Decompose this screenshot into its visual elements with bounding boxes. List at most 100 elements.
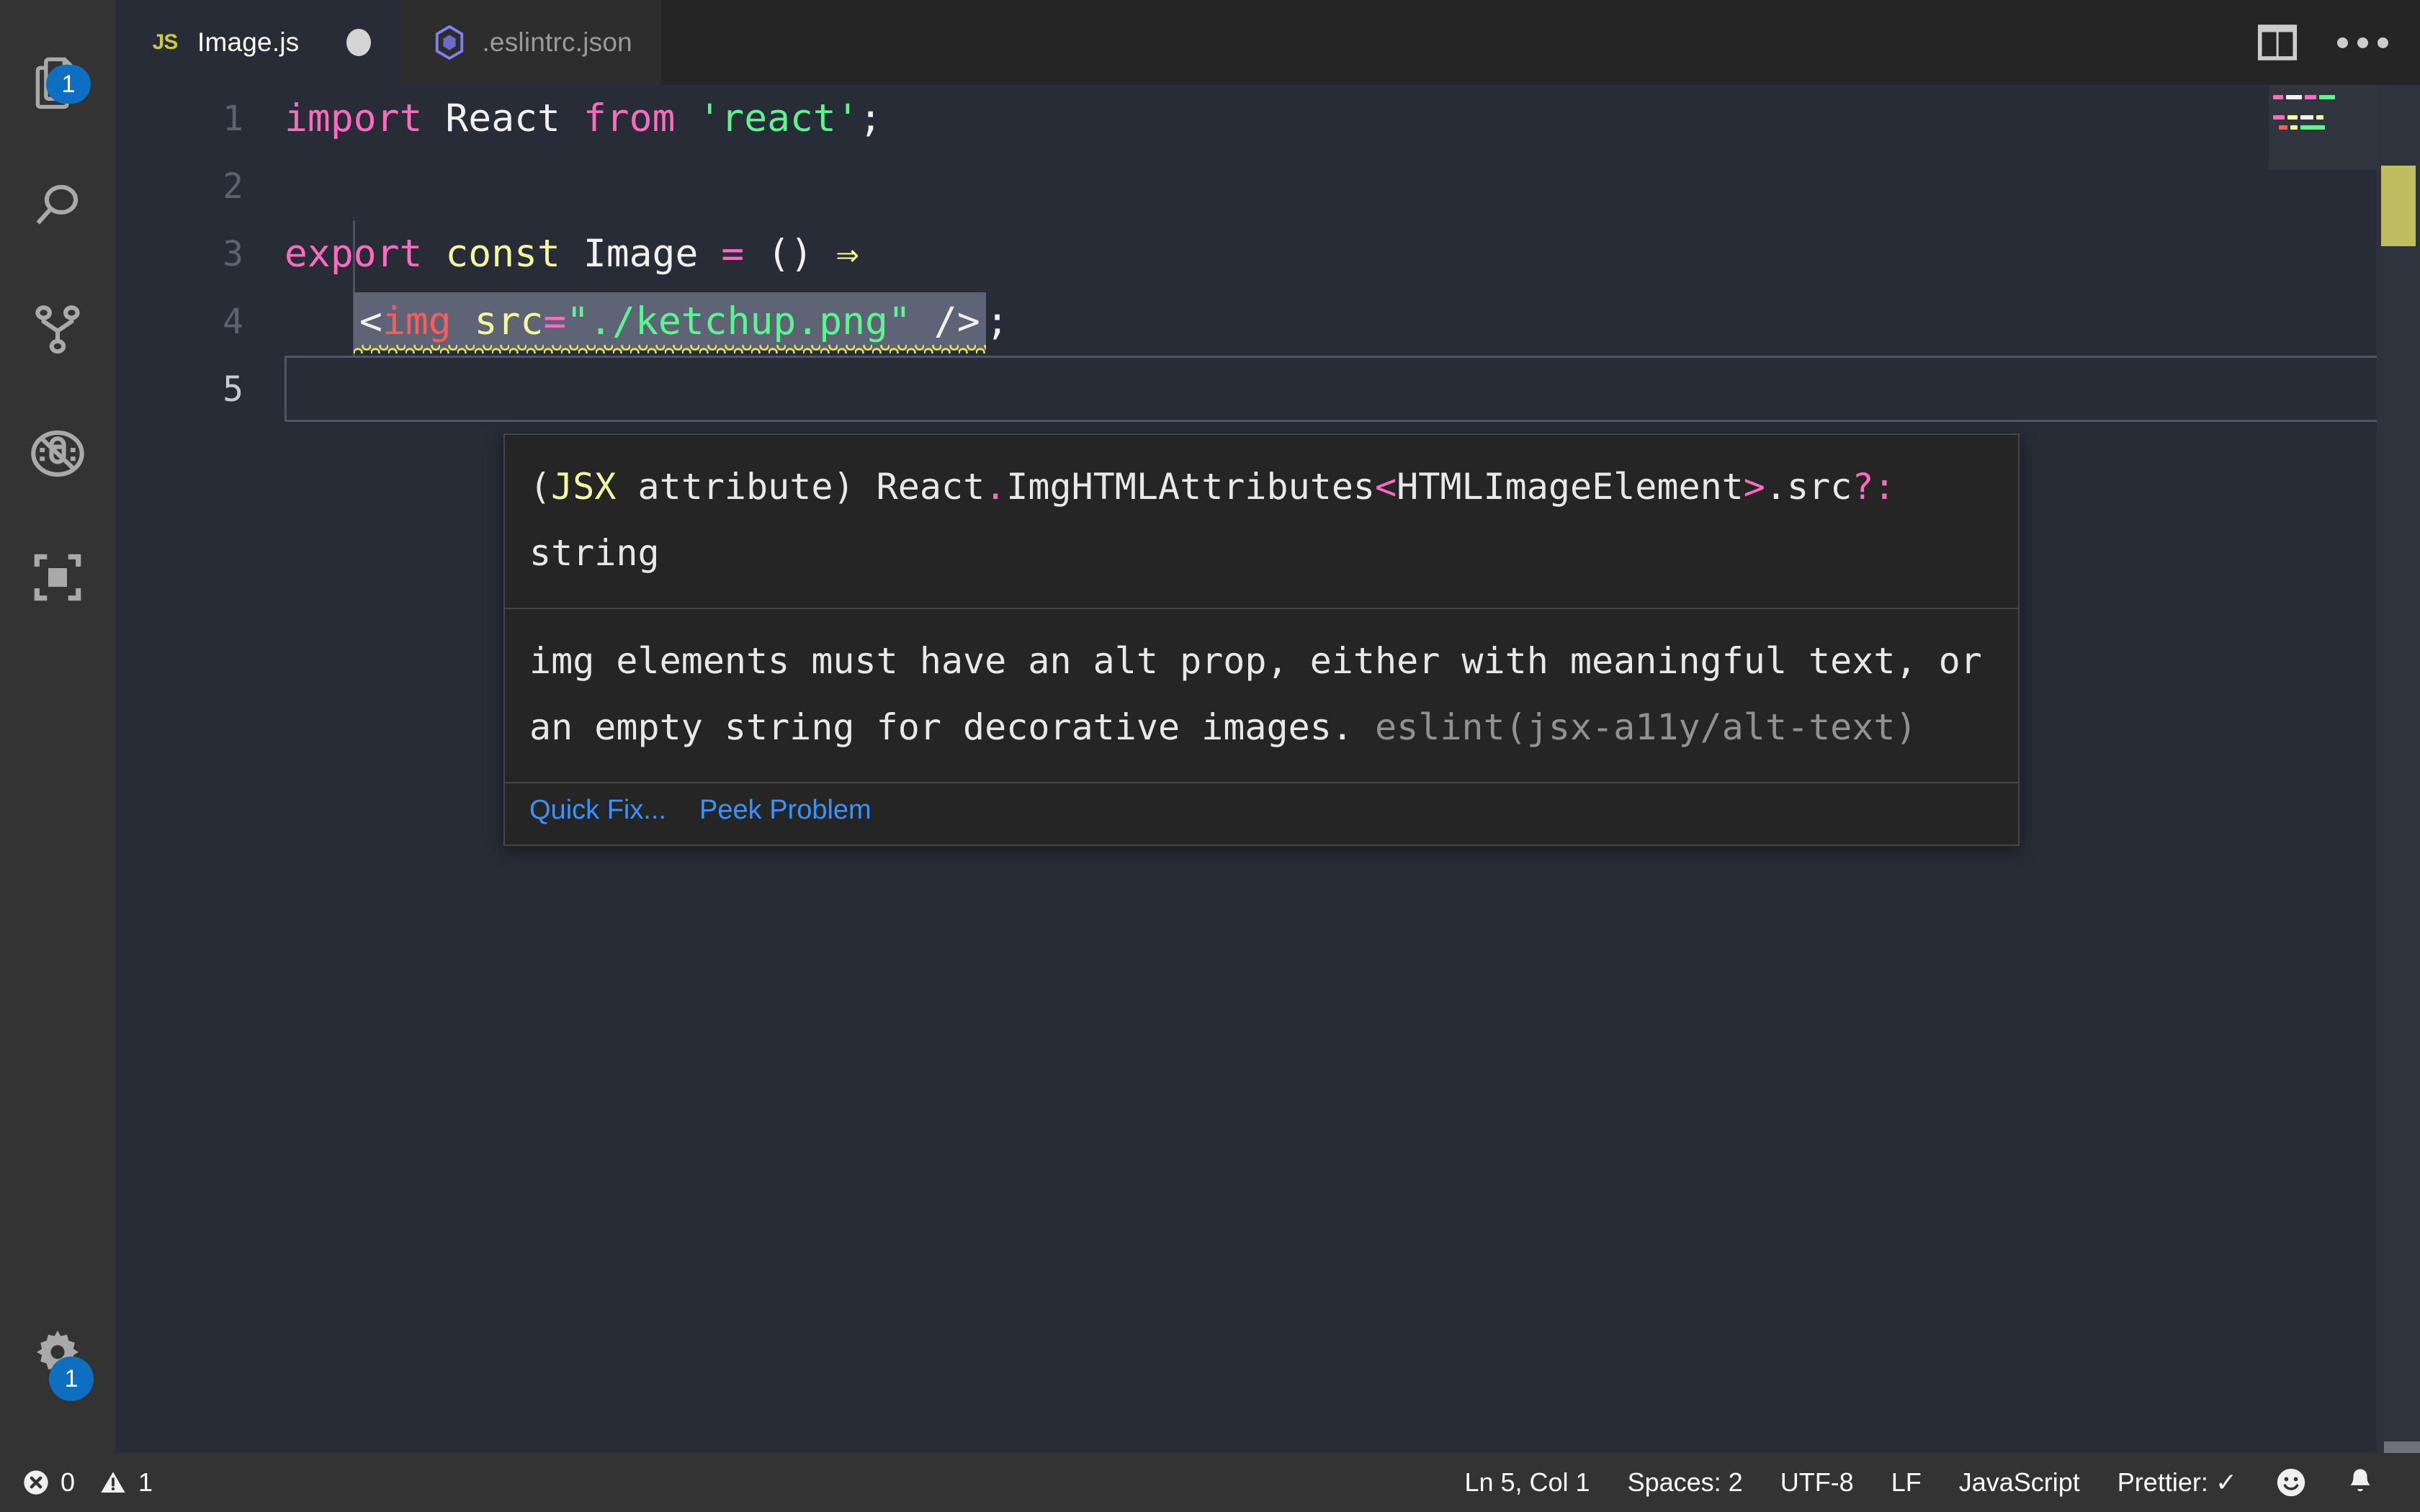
activity-bar: 1 1 — [0, 0, 115, 1453]
code-line: 3 export const Image = () ⇒ — [115, 220, 2420, 288]
line-endings-status[interactable]: LF — [1873, 1453, 1940, 1512]
notifications-button[interactable] — [2326, 1453, 2394, 1512]
token: Image — [583, 232, 699, 276]
hover-signature-section: (JSX attribute) React.ImgHTMLAttributes<… — [505, 435, 2018, 608]
sidebar-item-run-and-debug[interactable] — [0, 392, 115, 516]
hover-tooltip[interactable]: (JSX attribute) React.ImgHTMLAttributes<… — [503, 433, 2020, 846]
js-file-icon-label: JS — [152, 30, 179, 54]
token: ; — [859, 96, 882, 140]
js-file-icon: JS — [148, 26, 182, 59]
token: < — [359, 300, 382, 343]
token: import — [284, 96, 446, 140]
editor-actions — [2257, 0, 2420, 85]
problems-status[interactable]: 0 1 — [22, 1453, 171, 1512]
error-count: 0 — [60, 1467, 76, 1497]
token: img — [382, 300, 452, 343]
horizontal-scrollbar-thumb[interactable] — [2384, 1441, 2420, 1453]
tab-eslintrc-json[interactable]: .eslintrc.json — [400, 0, 661, 85]
code-line: 4 <img src="./ketchup.png" />; — [115, 288, 2420, 356]
peek-problem-link[interactable]: Peek Problem — [699, 795, 871, 826]
sidebar-item-explorer[interactable]: 1 — [0, 20, 115, 144]
warning-squiggle — [354, 345, 986, 354]
diagnostic-rule: eslint(jsx-a11y/alt-text) — [1375, 706, 1917, 748]
token: export — [284, 232, 446, 276]
debug-icon — [27, 423, 89, 485]
overview-ruler[interactable] — [2377, 85, 2420, 1453]
eslint-file-icon — [433, 24, 466, 60]
token: React — [445, 96, 560, 140]
token: src — [474, 300, 544, 343]
editor-group: JS Image.js .eslintrc.json 1 import Reac… — [115, 0, 2420, 1453]
sidebar-item-extensions[interactable] — [0, 516, 115, 639]
token: "./ketchup.png" — [566, 300, 911, 343]
hover-message-section: img elements must have an alt prop, eith… — [505, 609, 2018, 782]
sig-token: . — [985, 466, 1007, 508]
arrow-function-token: ⇒ — [835, 232, 859, 276]
warning-ruler-mark — [2381, 166, 2416, 246]
smiley-icon — [2275, 1466, 2308, 1499]
token: () — [767, 232, 813, 276]
code-editor[interactable]: 1 import React from 'react'; 2 3 export … — [115, 85, 2420, 1453]
token: /> — [933, 300, 980, 343]
line-number: 4 — [223, 302, 243, 342]
tab-label: Image.js — [197, 27, 300, 57]
language-mode-status[interactable]: JavaScript — [1940, 1453, 2099, 1512]
sig-token: > — [1743, 466, 1765, 508]
indentation-status[interactable]: Spaces: 2 — [1609, 1453, 1762, 1512]
encoding-status[interactable]: UTF-8 — [1762, 1453, 1873, 1512]
line-content: export const Image = () ⇒ — [284, 220, 859, 288]
search-icon — [27, 175, 89, 237]
settings-badge: 1 — [49, 1356, 94, 1401]
token: const — [445, 232, 583, 276]
sig-token: attribute) React — [616, 466, 985, 508]
line-number: 3 — [223, 234, 243, 274]
selected-text[interactable]: <img src="./ketchup.png" /> — [354, 292, 986, 354]
unsaved-indicator[interactable] — [346, 29, 372, 56]
tab-label: .eslintrc.json — [482, 27, 632, 57]
horizontal-scrollbar[interactable] — [115, 1441, 2420, 1453]
feedback-button[interactable] — [2256, 1453, 2326, 1512]
manage-settings-button[interactable]: 1 — [0, 1295, 115, 1418]
line-number: 2 — [223, 166, 243, 207]
token: from — [560, 96, 699, 140]
ellipsis-icon[interactable] — [2336, 22, 2388, 63]
diagnostic-message-wrap: img elements must have an alt prop, eith… — [529, 628, 1994, 760]
status-bar: 0 1 Ln 5, Col 1 Spaces: 2 UTF-8 LF JavaS… — [0, 1453, 2420, 1512]
tab-image-js[interactable]: JS Image.js — [115, 0, 400, 85]
cursor-position[interactable]: Ln 5, Col 1 — [1446, 1453, 1608, 1512]
sig-token: < — [1375, 466, 1397, 508]
line-content: import React from 'react'; — [284, 85, 882, 153]
tab-bar: JS Image.js .eslintrc.json — [115, 0, 2420, 85]
line-number: 1 — [223, 99, 243, 139]
split-editor-icon[interactable] — [2257, 22, 2298, 63]
token: = — [721, 232, 745, 276]
code-line: 1 import React from 'react'; — [115, 85, 2420, 153]
sig-token: ?: — [1852, 466, 1896, 508]
vscode-window: 1 1 JS Image.js .eslintrc.json 1 import … — [0, 0, 2420, 1512]
prettier-status[interactable]: Prettier: ✓ — [2099, 1453, 2256, 1512]
token: ; — [985, 300, 1009, 343]
sig-token: JSX — [551, 466, 617, 508]
hover-actions: Quick Fix... Peek Problem — [505, 783, 2018, 845]
git-branch-icon — [27, 299, 89, 361]
line-number: 5 — [223, 369, 243, 410]
explorer-badge: 1 — [46, 65, 91, 104]
bell-icon — [2345, 1466, 2375, 1499]
workbench-body: 1 1 JS Image.js .eslintrc.json 1 import … — [0, 0, 2420, 1453]
sig-token: HTMLImageElement — [1397, 466, 1744, 508]
code-line: 2 — [115, 153, 2420, 220]
quick-fix-link[interactable]: Quick Fix... — [529, 795, 666, 826]
sig-token: ( — [529, 466, 552, 508]
token: = — [543, 300, 567, 343]
sidebar-item-search[interactable] — [0, 144, 115, 268]
activity-bar-bottom-group: 1 — [0, 1295, 115, 1453]
extensions-icon — [28, 548, 87, 607]
sidebar-item-source-control[interactable] — [0, 268, 115, 392]
sig-token: string — [529, 532, 660, 574]
warning-count: 1 — [138, 1467, 153, 1497]
